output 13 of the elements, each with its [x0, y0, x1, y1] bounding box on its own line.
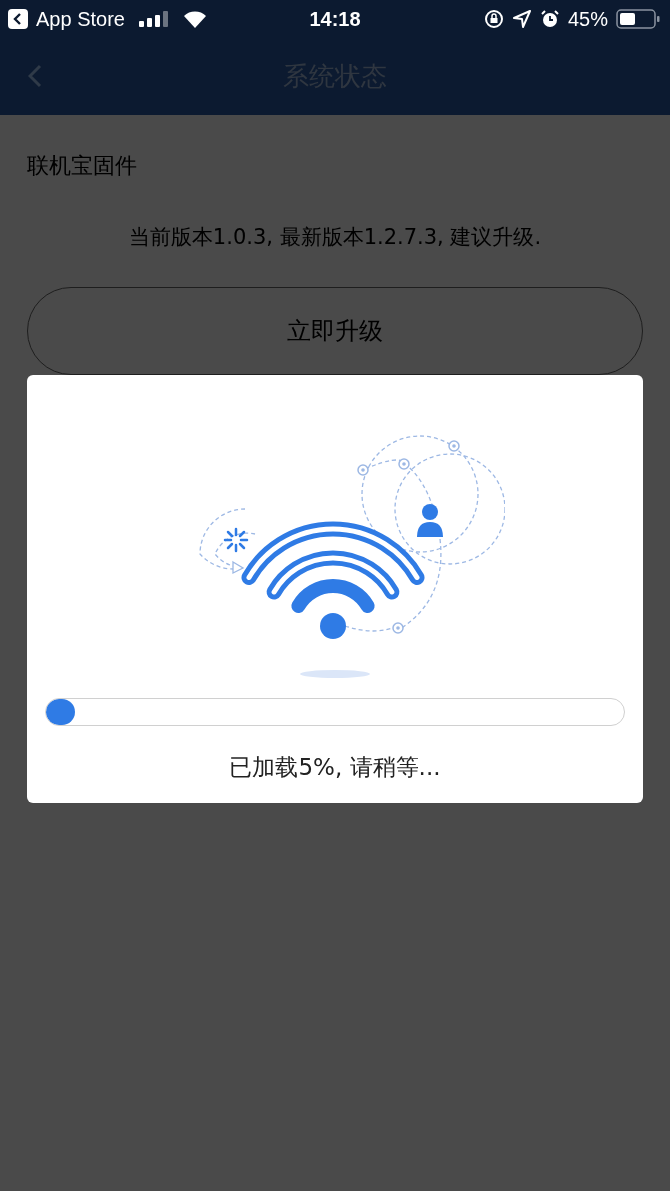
back-icon[interactable] [8, 9, 28, 29]
battery-icon [616, 9, 660, 29]
loading-status: 已加载5%, 请稍等... [229, 753, 441, 782]
version-message: 当前版本1.0.3, 最新版本1.2.7.3, 建议升级. [127, 224, 543, 251]
section-title: 联机宝固件 [27, 152, 138, 180]
back-app-label[interactable]: App Store [36, 7, 125, 31]
battery-percent: 45% [567, 7, 608, 31]
location-icon [511, 9, 532, 29]
signal-icon [138, 11, 169, 27]
wifi-icon [182, 10, 207, 28]
rotation-lock-icon [483, 9, 504, 29]
alarm-icon [539, 9, 560, 29]
clock: 14:18 [309, 7, 361, 31]
